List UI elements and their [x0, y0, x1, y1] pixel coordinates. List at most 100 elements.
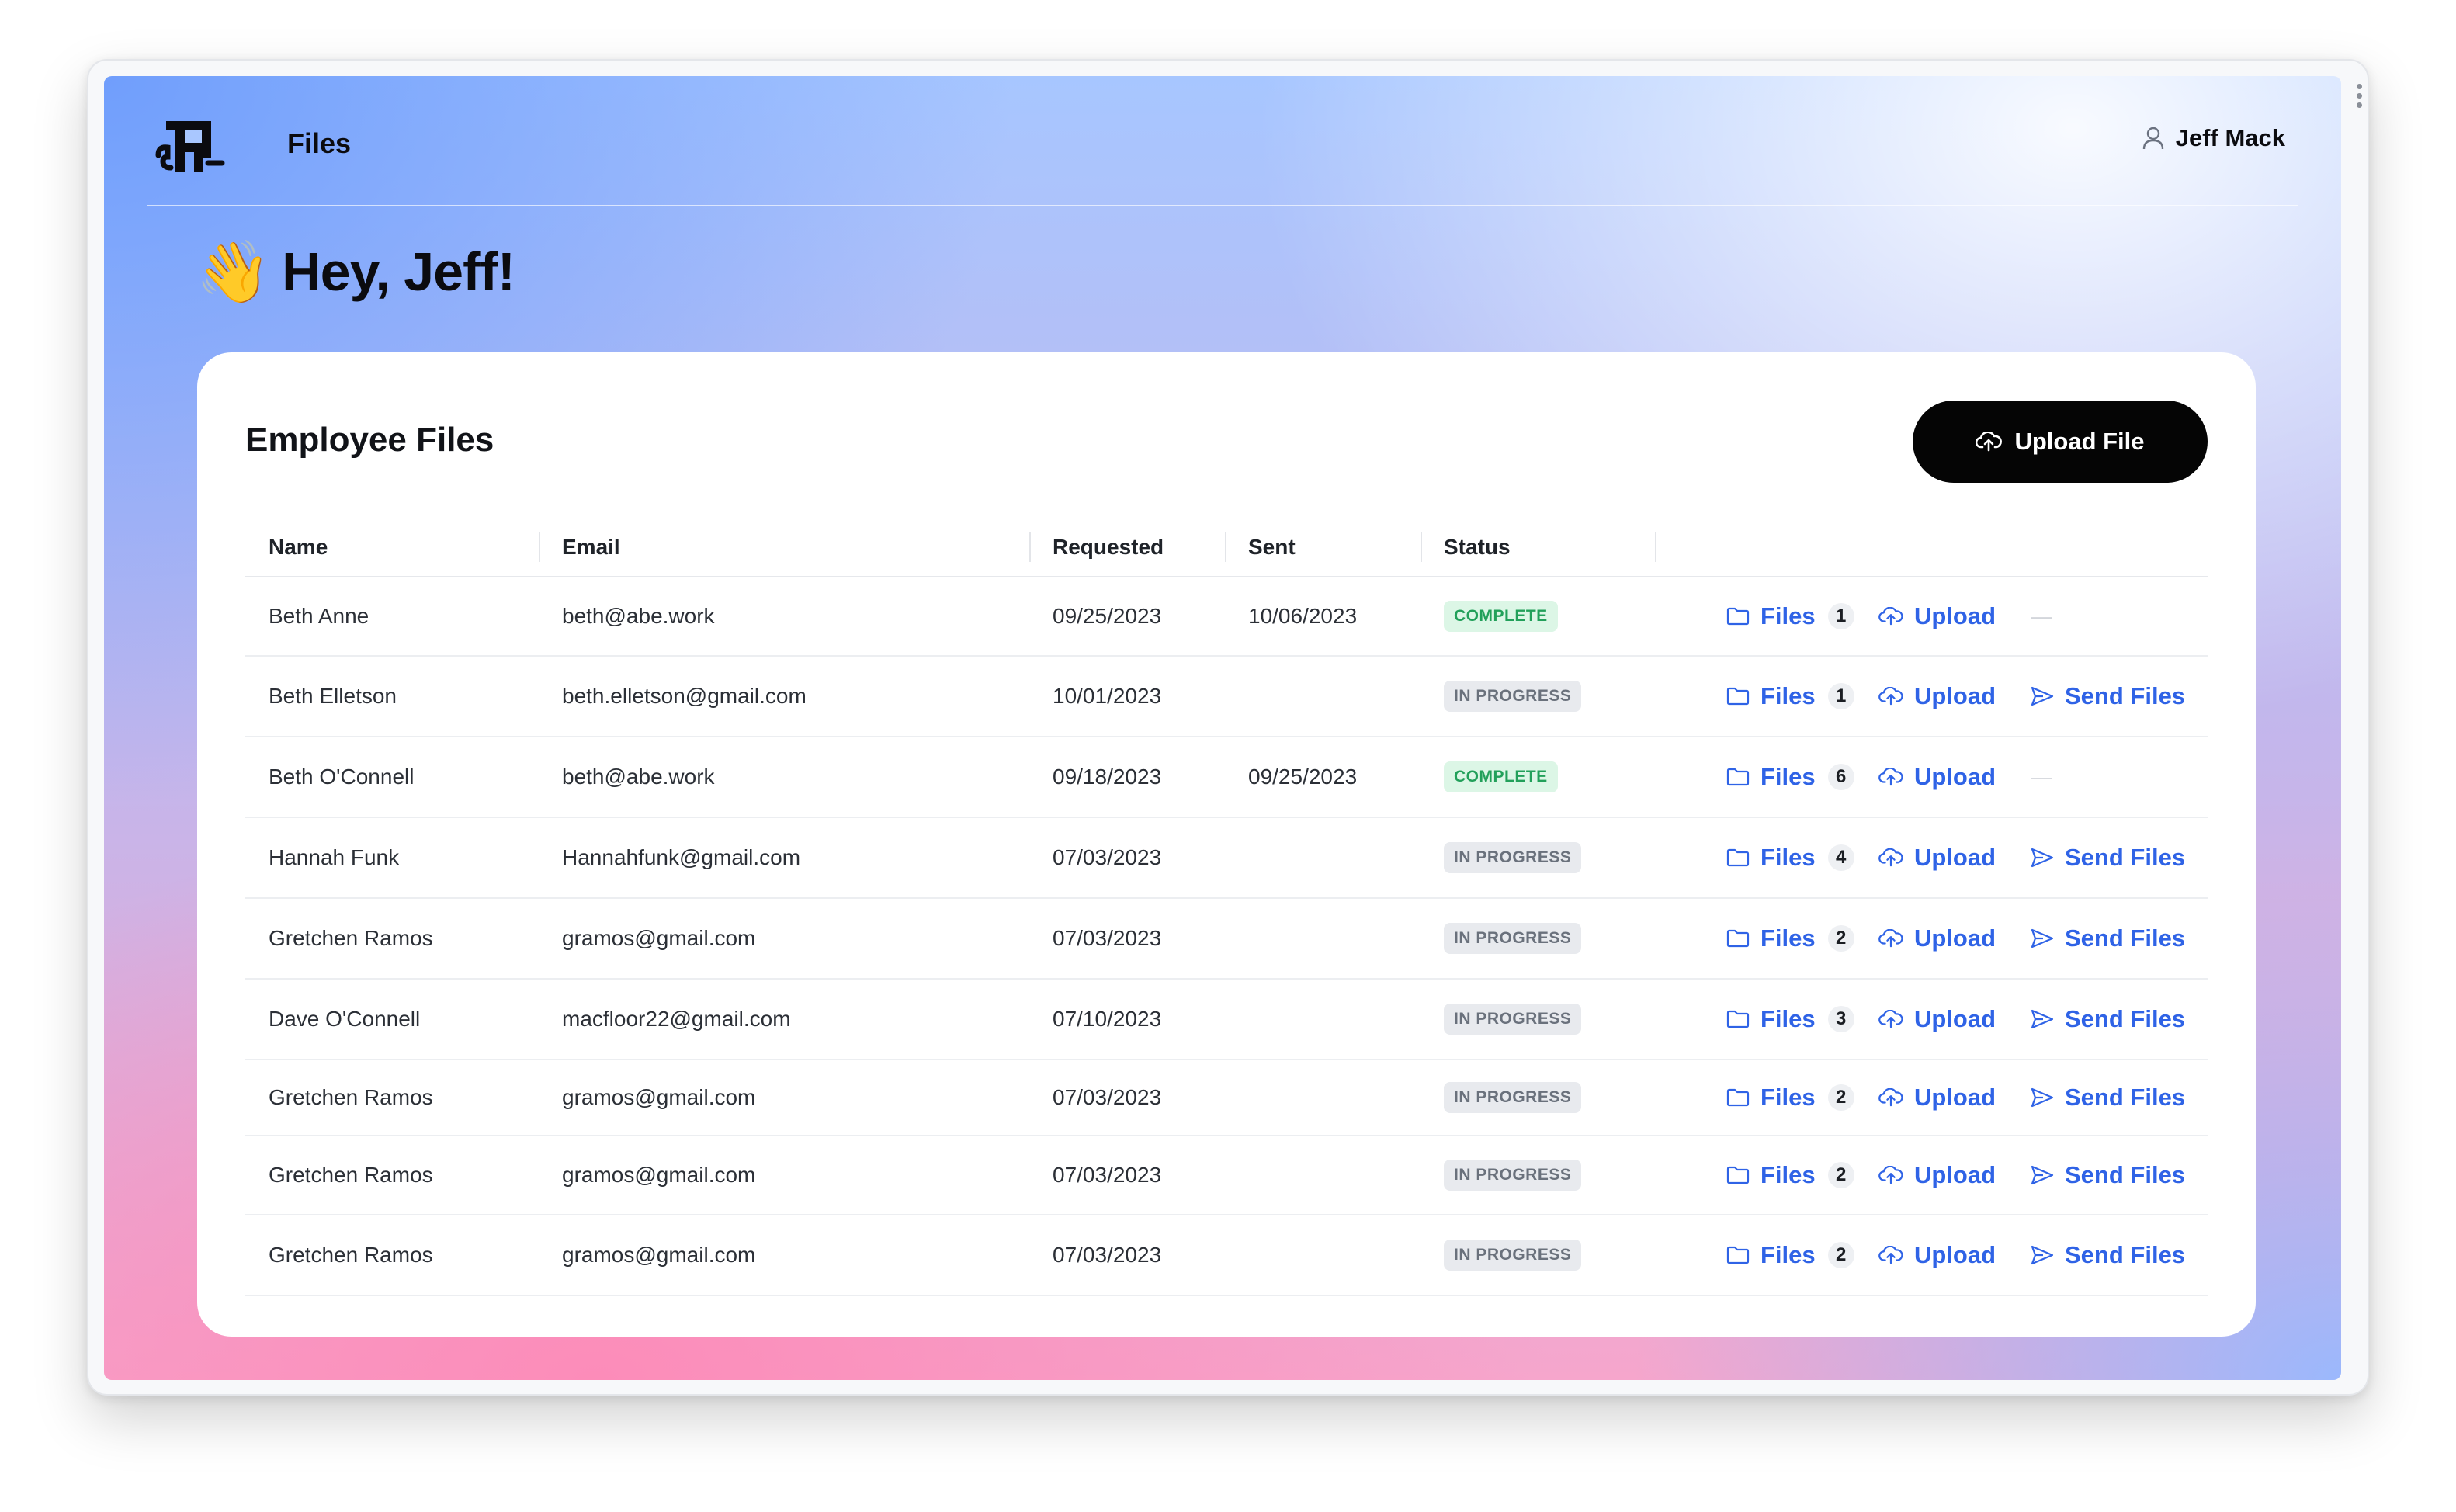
requested-date: 09/25/2023 [1053, 604, 1162, 628]
status-cell: IN PROGRESS [1421, 923, 1656, 954]
row-actions: Files 2 Upload Send Files [1656, 1084, 2208, 1111]
send-files-link[interactable]: Send Files [2031, 1241, 2185, 1269]
cloud-upload-icon [1878, 607, 1903, 626]
file-count-badge: 2 [1827, 1084, 1854, 1111]
sent-date: 09/25/2023 [1248, 765, 1358, 789]
employee-email: gramos@gmail.com [562, 1243, 756, 1267]
column-header-status[interactable]: Status [1421, 518, 1656, 576]
status-badge: IN PROGRESS [1444, 1240, 1582, 1271]
send-files-label: Send Files [2065, 1005, 2186, 1032]
files-link[interactable]: Files 2 [1726, 924, 1878, 952]
table-row: Gretchen Ramos gramos@gmail.com 07/03/20… [245, 1215, 2208, 1296]
send-icon [2031, 1087, 2054, 1108]
status-cell: IN PROGRESS [1421, 1004, 1656, 1035]
row-actions: Files 4 Upload Send Files [1656, 844, 2208, 872]
send-files-label: Send Files [2065, 1161, 2186, 1188]
brand-logo[interactable] [147, 101, 233, 186]
folder-icon [1726, 1088, 1750, 1107]
file-count-badge: 2 [1827, 1162, 1854, 1188]
table-row: Beth Elletson beth.elletson@gmail.com 10… [245, 657, 2208, 737]
upload-label: Upload [1914, 1241, 1996, 1268]
file-count-badge: 2 [1827, 925, 1854, 952]
upload-label: Upload [1914, 1161, 1996, 1188]
upload-link[interactable]: Upload [1878, 682, 2031, 710]
employee-email: beth@abe.work [562, 604, 715, 628]
upload-label: Upload [1914, 924, 1996, 952]
app-screen: Files Jeff Mack 👋 Hey, Jeff! Employee Fi… [104, 76, 2341, 1380]
table-row: Dave O'Connell macfloor22@gmail.com 07/1… [245, 980, 2208, 1060]
files-label: Files [1760, 1241, 1816, 1268]
employee-name: Beth Anne [269, 604, 369, 628]
status-badge: COMPLETE [1444, 761, 1558, 792]
column-header-name[interactable]: Name [245, 518, 539, 576]
column-header-email[interactable]: Email [539, 518, 1029, 576]
upload-link[interactable]: Upload [1878, 924, 2031, 952]
send-files-link[interactable]: Send Files [2031, 924, 2185, 952]
no-action-placeholder: — [2031, 604, 2052, 628]
files-link[interactable]: Files 6 [1726, 763, 1878, 791]
employee-name: Beth O'Connell [269, 765, 415, 789]
folder-icon [1726, 687, 1750, 706]
files-link[interactable]: Files 2 [1726, 1084, 1878, 1111]
files-label: Files [1760, 682, 1816, 709]
employee-name: Gretchen Ramos [269, 926, 433, 950]
files-link[interactable]: Files 2 [1726, 1241, 1878, 1269]
sent-date: 10/06/2023 [1248, 604, 1358, 628]
status-badge: IN PROGRESS [1444, 923, 1582, 954]
user-name: Jeff Mack [2175, 124, 2285, 151]
row-actions: Files 2 Upload Send Files [1656, 1161, 2208, 1189]
status-cell: IN PROGRESS [1421, 1082, 1656, 1113]
send-files-link[interactable]: Send Files [2031, 1005, 2185, 1033]
files-link[interactable]: Files 1 [1726, 602, 1878, 630]
folder-icon [1726, 1010, 1750, 1028]
table-row: Hannah Funk Hannahfunk@gmail.com 07/03/2… [245, 818, 2208, 899]
file-count-badge: 1 [1827, 683, 1854, 709]
send-files-label: Send Files [2065, 1241, 2186, 1268]
column-header-requested[interactable]: Requested [1029, 518, 1225, 576]
upload-file-button[interactable]: Upload File [1913, 401, 2208, 483]
cloud-upload-icon [1878, 848, 1903, 867]
user-menu[interactable]: Jeff Mack [2142, 124, 2285, 152]
upload-link[interactable]: Upload [1878, 763, 2031, 791]
app-title: Files [287, 127, 352, 159]
employee-name: Gretchen Ramos [269, 1163, 433, 1187]
upload-link[interactable]: Upload [1878, 844, 2031, 872]
employee-email: Hannahfunk@gmail.com [562, 845, 801, 869]
row-actions: Files 1 Upload Send Files [1656, 682, 2208, 710]
requested-date: 07/03/2023 [1053, 1163, 1162, 1187]
upload-link[interactable]: Upload [1878, 1084, 2031, 1111]
upload-link[interactable]: Upload [1878, 602, 2031, 630]
card-title: Employee Files [245, 421, 494, 459]
status-cell: COMPLETE [1421, 601, 1656, 632]
upload-link[interactable]: Upload [1878, 1005, 2031, 1033]
requested-date: 07/03/2023 [1053, 1085, 1162, 1109]
files-link[interactable]: Files 2 [1726, 1161, 1878, 1189]
send-icon [2031, 928, 2054, 948]
app-window: Files Jeff Mack 👋 Hey, Jeff! Employee Fi… [87, 59, 2369, 1396]
folder-icon [1726, 1166, 1750, 1184]
files-link[interactable]: Files 1 [1726, 682, 1878, 710]
file-count-badge: 6 [1827, 764, 1854, 790]
greeting: 👋 Hey, Jeff! [196, 241, 515, 303]
files-label: Files [1760, 1005, 1816, 1032]
send-files-link[interactable]: Send Files [2031, 682, 2185, 710]
employee-name: Gretchen Ramos [269, 1243, 433, 1267]
send-files-label: Send Files [2065, 924, 2186, 952]
status-badge: COMPLETE [1444, 601, 1558, 632]
status-cell: COMPLETE [1421, 761, 1656, 792]
employee-email: gramos@gmail.com [562, 926, 756, 950]
upload-link[interactable]: Upload [1878, 1241, 2031, 1269]
row-actions: Files 2 Upload Send Files [1656, 924, 2208, 952]
cloud-upload-icon [1878, 1088, 1903, 1107]
files-link[interactable]: Files 3 [1726, 1005, 1878, 1033]
files-link[interactable]: Files 4 [1726, 844, 1878, 872]
employee-name: Beth Elletson [269, 684, 397, 708]
upload-link[interactable]: Upload [1878, 1161, 2031, 1189]
window-resize-handle[interactable] [2357, 84, 2363, 108]
send-files-link[interactable]: Send Files [2031, 844, 2185, 872]
file-count-badge: 2 [1827, 1242, 1854, 1268]
send-files-link[interactable]: Send Files [2031, 1084, 2185, 1111]
send-files-link[interactable]: Send Files [2031, 1161, 2185, 1189]
status-badge: IN PROGRESS [1444, 1082, 1582, 1113]
column-header-sent[interactable]: Sent [1225, 518, 1421, 576]
